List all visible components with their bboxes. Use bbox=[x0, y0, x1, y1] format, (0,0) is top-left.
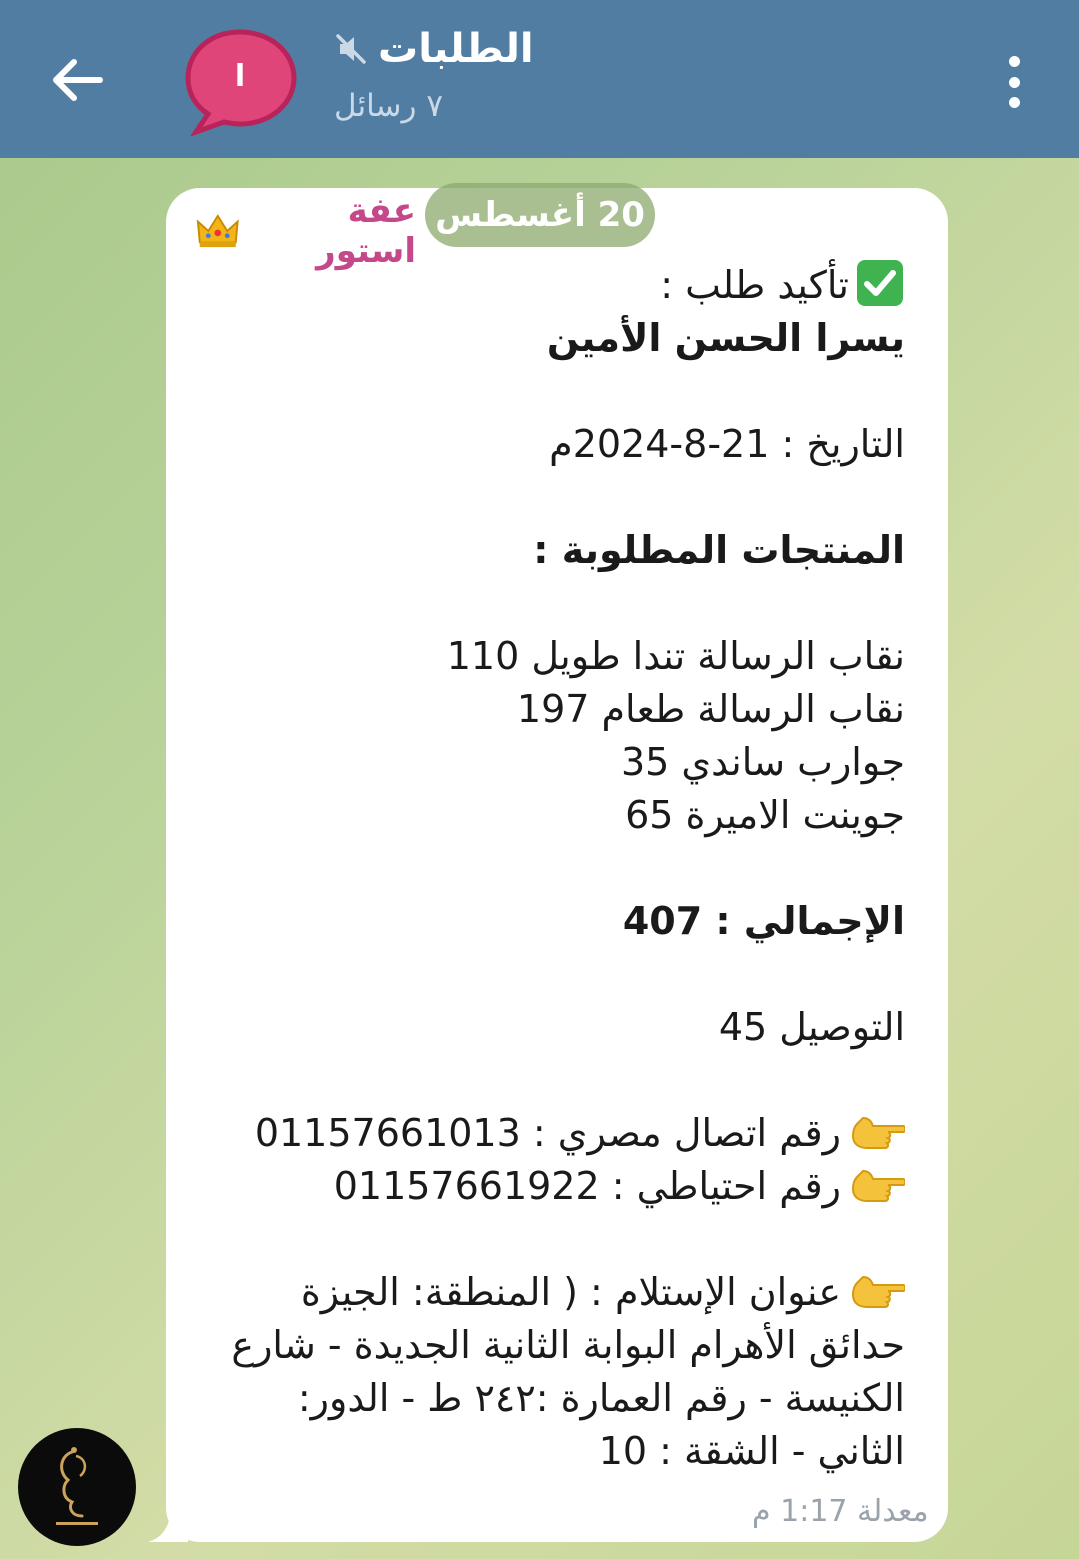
more-vertical-icon bbox=[1008, 76, 1020, 88]
sender-row[interactable]: عفة استور bbox=[196, 191, 416, 271]
pointing-hand-icon bbox=[851, 1275, 905, 1308]
order-date: التاريخ : 21-8-2024م bbox=[549, 422, 905, 466]
total-line: الإجمالي : 407 bbox=[622, 899, 905, 943]
more-vertical-icon bbox=[1008, 56, 1020, 67]
muted-speaker-icon bbox=[336, 34, 366, 64]
customer-name: يسرا الحسن الأمين bbox=[546, 316, 905, 360]
chat-subtitle: ٧ رسائل bbox=[334, 88, 444, 124]
confirm-line: تأكيد طلب : bbox=[205, 258, 905, 312]
arrow-left-icon bbox=[53, 59, 103, 101]
pointing-hand-icon bbox=[851, 1169, 905, 1202]
product-item: جوينت الاميرة 65 bbox=[625, 793, 905, 837]
product-item: جوارب ساندي 35 bbox=[620, 740, 905, 784]
product-item: نقاب الرسالة طعام 197 bbox=[516, 687, 905, 731]
delivery-line: التوصيل 45 bbox=[718, 1005, 905, 1049]
message-text: تأكيد طلب : يسرا الحسن الأمين التاريخ : … bbox=[205, 258, 905, 1478]
phone-main[interactable]: رقم اتصال مصري : 01157661013 bbox=[255, 1111, 841, 1155]
chat-header: ا الطلبات ٧ رسائل bbox=[0, 0, 1079, 158]
date-pill: 20 أغسطس bbox=[425, 183, 655, 247]
chat-avatar[interactable]: ا bbox=[184, 28, 300, 136]
crown-icon bbox=[196, 214, 239, 248]
store-logo-icon bbox=[56, 1447, 98, 1525]
edited-timestamp: معدلة 1:17 م bbox=[752, 1494, 929, 1529]
products-heading: المنتجات المطلوبة : bbox=[533, 528, 905, 572]
phone-backup[interactable]: رقم احتياطي : 01157661922 bbox=[334, 1164, 841, 1208]
address-block: عنوان الإستلام : ( المنطقة: الجيزة حدائق… bbox=[205, 1266, 905, 1478]
more-menu-button[interactable] bbox=[990, 50, 1038, 114]
phone-main-line: رقم اتصال مصري : 01157661013 bbox=[205, 1107, 905, 1160]
address-text: عنوان الإستلام : ( المنطقة: الجيزة حدائق… bbox=[231, 1270, 905, 1473]
back-button[interactable] bbox=[40, 42, 116, 118]
phone-backup-line: رقم احتياطي : 01157661922 bbox=[205, 1160, 905, 1213]
product-item: نقاب الرسالة تندا طويل 110 bbox=[446, 634, 905, 678]
confirm-label: تأكيد طلب : bbox=[660, 263, 849, 307]
check-mark-icon bbox=[857, 260, 903, 306]
chat-title: الطلبات bbox=[378, 26, 534, 72]
avatar-letter: ا bbox=[234, 58, 246, 94]
chat-title-row[interactable]: الطلبات bbox=[334, 24, 534, 74]
more-vertical-icon bbox=[1008, 97, 1020, 108]
store-logo-button[interactable] bbox=[18, 1428, 136, 1546]
pointing-hand-icon bbox=[851, 1116, 905, 1149]
